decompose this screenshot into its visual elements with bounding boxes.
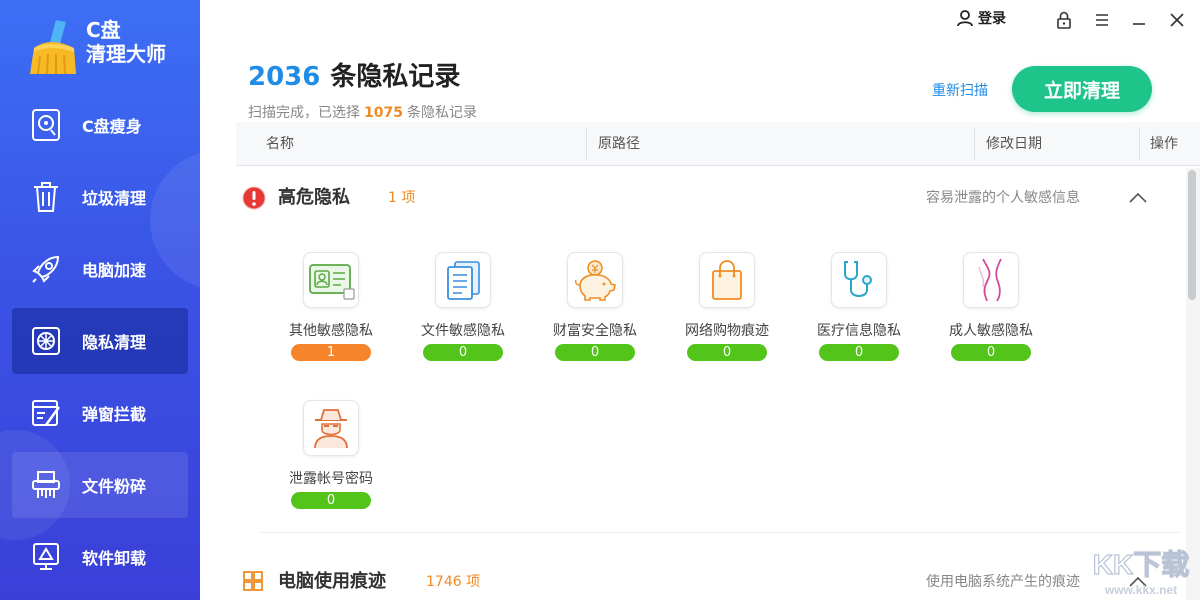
id-card-icon <box>303 252 359 308</box>
nav-item-file-shred[interactable]: 文件粉碎 <box>12 452 188 518</box>
safe-icon <box>28 323 64 359</box>
category-count-badge: 0 <box>423 344 503 361</box>
login-button[interactable]: 登录 <box>956 8 1006 28</box>
uninstall-icon <box>28 539 64 575</box>
nav-item-label: 弹窗拦截 <box>82 405 147 424</box>
danger-icon <box>242 186 266 210</box>
page-title: 2036 条隐私记录 <box>248 56 460 93</box>
category-count-badge: 0 <box>819 344 899 361</box>
column-header-date[interactable]: 修改日期 <box>986 122 1042 166</box>
nav-item-uninstall[interactable]: 软件卸载 <box>12 524 188 590</box>
popup-block-icon <box>28 395 64 431</box>
section-title: 高危隐私 <box>278 187 350 208</box>
login-label: 登录 <box>978 11 1006 27</box>
column-divider <box>974 128 975 160</box>
svg-text:www.kkx.net: www.kkx.net <box>1104 583 1177 597</box>
privacy-category-medical[interactable]: 医疗信息隐私 0 <box>804 252 914 362</box>
svg-text:KK下载: KK下载 <box>1093 549 1189 580</box>
watermark: KK下载 www.kkx.net <box>1083 542 1199 600</box>
column-divider <box>586 128 587 160</box>
privacy-category-online-shopping[interactable]: 网络购物痕迹 0 <box>672 252 782 362</box>
privacy-category-wealth-security[interactable]: 财富安全隐私 0 <box>540 252 650 362</box>
shopping-bag-icon <box>699 252 755 308</box>
section-description: 使用电脑系统产生的痕迹 <box>926 574 1080 590</box>
scan-summary-prefix: 扫描完成，已选择 <box>248 105 360 121</box>
app-logo: C盘 清理大师 <box>22 14 192 76</box>
minimize-icon <box>1133 23 1145 25</box>
category-count-badge: 0 <box>555 344 635 361</box>
rocket-icon <box>28 251 64 287</box>
trash-icon <box>28 179 64 215</box>
scan-summary: 扫描完成，已选择 1075 条隐私记录 <box>248 102 477 122</box>
privacy-record-count: 2036 <box>248 62 321 92</box>
lock-button[interactable] <box>1052 8 1076 32</box>
privacy-category-other-sensitive[interactable]: 其他敏感隐私 1 <box>276 252 386 362</box>
sidebar: C盘 清理大师 C盘瘦身 垃圾清理 电脑加速 隐私清理 弹窗拦截 文件粉碎 软件… <box>0 0 200 600</box>
category-label: 医疗信息隐私 <box>817 323 901 339</box>
nav-item-popup-block[interactable]: 弹窗拦截 <box>12 380 188 446</box>
category-label: 文件敏感隐私 <box>421 323 505 339</box>
category-label: 其他敏感隐私 <box>289 323 373 339</box>
section-divider <box>260 532 1180 533</box>
chevron-up-icon[interactable] <box>1126 186 1150 210</box>
category-label: 成人敏感隐私 <box>949 323 1033 339</box>
section-description: 容易泄露的个人敏感信息 <box>926 190 1080 206</box>
privacy-category-adult[interactable]: 成人敏感隐私 0 <box>936 252 1046 362</box>
nav-item-label: C盘瘦身 <box>82 117 142 136</box>
table-header: 名称 原路径 修改日期 操作 <box>236 122 1200 166</box>
disk-icon <box>28 107 64 143</box>
nav-item-label: 隐私清理 <box>82 333 147 352</box>
broom-logo-icon <box>30 20 76 75</box>
category-count-badge: 0 <box>291 492 371 509</box>
lock-icon <box>1057 11 1071 29</box>
section-count: 1746 项 <box>426 574 481 590</box>
spy-icon <box>303 400 359 456</box>
kkx-watermark-logo: KK下载 www.kkx.net <box>1092 548 1190 597</box>
windows-icon <box>243 571 263 591</box>
category-label: 网络购物痕迹 <box>685 323 769 339</box>
selected-count: 1075 <box>364 105 403 121</box>
stethoscope-icon <box>831 252 887 308</box>
privacy-category-file-sensitive[interactable]: 文件敏感隐私 0 <box>408 252 518 362</box>
nav-item-label: 电脑加速 <box>82 261 147 280</box>
category-label: 财富安全隐私 <box>553 323 637 339</box>
privacy-category-leaked-passwords[interactable]: 泄露帐号密码 0 <box>276 400 386 510</box>
logo-line-2: 清理大师 <box>86 42 166 66</box>
column-divider <box>1139 128 1140 160</box>
user-icon <box>957 10 973 27</box>
scrollbar-thumb[interactable] <box>1188 170 1196 300</box>
piggy-bank-icon <box>567 252 623 308</box>
page-title-text: 条隐私记录 <box>330 62 461 92</box>
nav-item-label: 文件粉碎 <box>82 477 147 496</box>
category-count-badge: 1 <box>291 344 371 361</box>
section-count: 1 项 <box>388 190 416 206</box>
section-header-high-risk[interactable]: 高危隐私 1 项 容易泄露的个人敏感信息 <box>236 170 1186 226</box>
figure-silhouette-icon <box>963 252 1019 308</box>
category-label: 泄露帐号密码 <box>289 471 373 487</box>
clean-now-button[interactable]: 立即清理 <box>1012 66 1152 112</box>
nav-item-privacy-clean[interactable]: 隐私清理 <box>12 308 188 374</box>
document-icon <box>435 252 491 308</box>
category-count-badge: 0 <box>951 344 1031 361</box>
close-icon <box>1170 13 1184 27</box>
hamburger-menu-icon <box>1096 14 1108 26</box>
shredder-icon <box>28 467 64 503</box>
rescan-link[interactable]: 重新扫描 <box>932 80 988 100</box>
nav-item-label: 垃圾清理 <box>82 189 147 208</box>
menu-button[interactable] <box>1090 8 1114 32</box>
minimize-button[interactable] <box>1127 8 1151 32</box>
category-count-badge: 0 <box>687 344 767 361</box>
column-header-path[interactable]: 原路径 <box>598 122 640 166</box>
nav-item-speed-up[interactable]: 电脑加速 <box>12 236 188 302</box>
nav-item-label: 软件卸载 <box>82 549 147 568</box>
close-button[interactable] <box>1165 8 1189 32</box>
nav-item-junk-clean[interactable]: 垃圾清理 <box>12 164 188 230</box>
section-title: 电脑使用痕迹 <box>278 571 386 592</box>
nav-item-c-drive-slim[interactable]: C盘瘦身 <box>12 92 188 158</box>
column-header-name[interactable]: 名称 <box>266 122 294 166</box>
section-header-usage-traces[interactable]: 电脑使用痕迹 1746 项 使用电脑系统产生的痕迹 <box>236 554 1186 600</box>
logo-line-1: C盘 <box>86 18 121 42</box>
scan-summary-suffix: 条隐私记录 <box>406 105 477 121</box>
column-header-action[interactable]: 操作 <box>1150 122 1178 166</box>
